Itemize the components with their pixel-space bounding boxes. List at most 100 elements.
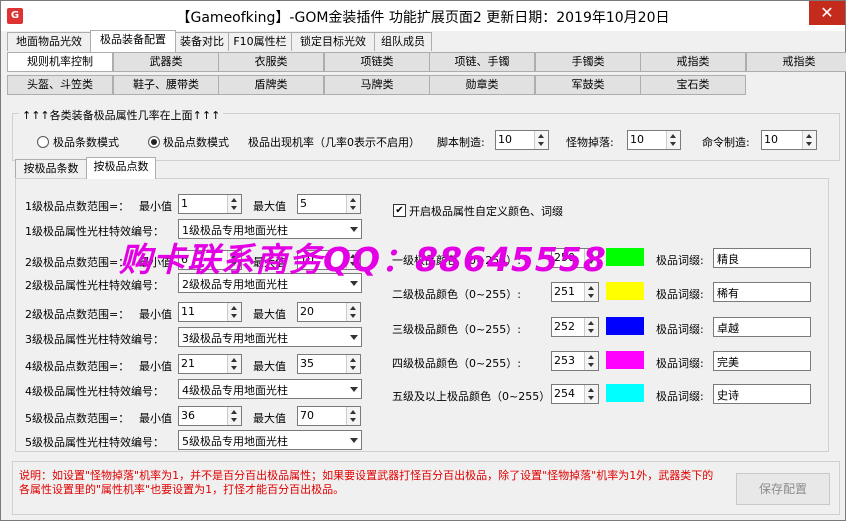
affix-input-1[interactable]: 稀有 [713,282,811,302]
level-max-spinner-4-arrows[interactable] [346,407,360,425]
level-min-spinner-0-up-arrow-icon[interactable] [231,198,237,202]
command-make-spinner[interactable]: 10 [761,130,817,150]
category-button-r2-6[interactable]: 宝石类 [640,75,746,95]
category-button-r1-2[interactable]: 衣服类 [218,52,324,72]
color-spinner-2[interactable]: 252 [551,317,599,337]
category-button-r2-4[interactable]: 勋章类 [429,75,535,95]
mode-points-radio[interactable] [148,136,160,148]
custom-color-checkbox[interactable]: ✔ [393,204,406,217]
chevron-down-icon[interactable] [350,227,358,232]
color-swatch-0[interactable] [606,248,644,266]
color-spinner-1-arrows[interactable] [584,283,598,301]
affix-input-3[interactable]: 完美 [713,351,811,371]
color-spinner-3[interactable]: 253 [551,351,599,371]
level-max-spinner-4-up-arrow-icon[interactable] [350,410,356,414]
level-max-spinner-0-up-arrow-icon[interactable] [350,198,356,202]
tab-0[interactable]: 地面物品光效 [7,32,91,51]
chevron-down-icon[interactable] [350,335,358,340]
color-spinner-1-up-arrow-icon[interactable] [588,286,594,290]
color-swatch-4[interactable] [606,384,644,402]
category-button-r1-0[interactable]: 规则机率控制 [7,52,113,72]
affix-input-4[interactable]: 史诗 [713,384,811,404]
level-max-spinner-2-down-arrow-icon[interactable] [350,314,356,318]
level-effect-label-2: 3级极品属性光柱特效编号： [25,333,164,346]
category-button-r2-3[interactable]: 马牌类 [324,75,430,95]
level-min-spinner-0-down-arrow-icon[interactable] [231,206,237,210]
affix-value-4: 史诗 [717,389,739,402]
level-min-spinner-3-up-arrow-icon[interactable] [231,358,237,362]
level-min-spinner-3-arrows[interactable] [227,355,241,373]
category-button-r2-5[interactable]: 军鼓类 [535,75,641,95]
color-spinner-4[interactable]: 254 [551,384,599,404]
level-max-spinner-4-down-arrow-icon[interactable] [350,418,356,422]
tab-5[interactable]: 组队成员 [374,32,432,51]
category-button-r1-4[interactable]: 项链、手镯 [429,52,535,72]
level-min-spinner-2-arrows[interactable] [227,303,241,321]
chevron-down-icon[interactable] [350,438,358,443]
color-spinner-3-arrows[interactable] [584,352,598,370]
script-make-spinner[interactable]: 10 [495,130,549,150]
level-max-spinner-0-arrows[interactable] [346,195,360,213]
level-min-spinner-4-down-arrow-icon[interactable] [231,418,237,422]
affix-input-0[interactable]: 精良 [713,248,811,268]
color-spinner-2-up-arrow-icon[interactable] [588,321,594,325]
color-spinner-1[interactable]: 251 [551,282,599,302]
tab-2[interactable]: 装备对比 [175,32,229,51]
close-button[interactable]: ✕ [809,1,845,25]
level-min-spinner-4-arrows[interactable] [227,407,241,425]
affix-input-2[interactable]: 卓越 [713,317,811,337]
color-swatch-2[interactable] [606,317,644,335]
color-spinner-2-arrows[interactable] [584,318,598,336]
tab-4[interactable]: 锁定目标光效 [291,32,375,51]
color-spinner-2-down-arrow-icon[interactable] [588,329,594,333]
subtab-1[interactable]: 按极品点数 [86,157,156,179]
category-button-r1-6[interactable]: 戒指类 [640,52,746,72]
color-spinner-4-down-arrow-icon[interactable] [588,396,594,400]
level-effect-select-4[interactable]: 5级极品专用地面光柱 [178,430,362,450]
level-max-spinner-2[interactable]: 20 [297,302,361,322]
affix-label-2: 极品词缀: [656,323,704,336]
tab-1[interactable]: 极品装备配置 [90,30,176,52]
category-button-r1-1[interactable]: 武器类 [113,52,219,72]
color-swatch-1[interactable] [606,282,644,300]
level-min-spinner-4-up-arrow-icon[interactable] [231,410,237,414]
category-button-r1-3[interactable]: 项链类 [324,52,430,72]
tab-3[interactable]: F10属性栏 [228,32,292,51]
color-spinner-3-down-arrow-icon[interactable] [588,363,594,367]
category-button-r1-7[interactable]: 戒指类 [746,52,846,72]
chevron-down-icon[interactable] [350,281,358,286]
level-min-spinner-2[interactable]: 11 [178,302,242,322]
level-min-spinner-4[interactable]: 36 [178,406,242,426]
level-max-spinner-4[interactable]: 70 [297,406,361,426]
category-button-r2-2[interactable]: 盾牌类 [218,75,324,95]
color-spinner-3-up-arrow-icon[interactable] [588,355,594,359]
level-min-spinner-3[interactable]: 21 [178,354,242,374]
level-max-spinner-0[interactable]: 5 [297,194,361,214]
category-button-r2-1[interactable]: 鞋子、腰带类 [113,75,219,95]
category-button-r2-0[interactable]: 头盔、斗笠类 [7,75,113,95]
level-max-spinner-3[interactable]: 35 [297,354,361,374]
color-spinner-1-down-arrow-icon[interactable] [588,294,594,298]
level-min-spinner-0-arrows[interactable] [227,195,241,213]
level-min-spinner-0[interactable]: 1 [178,194,242,214]
save-config-button[interactable]: 保存配置 [736,473,830,505]
level-effect-select-2[interactable]: 3级极品专用地面光柱 [178,327,362,347]
level-min-spinner-2-down-arrow-icon[interactable] [231,314,237,318]
level-max-spinner-2-arrows[interactable] [346,303,360,321]
level-max-spinner-3-down-arrow-icon[interactable] [350,366,356,370]
chevron-down-icon[interactable] [350,387,358,392]
subtab-0[interactable]: 按极品条数 [15,159,87,178]
color-spinner-4-up-arrow-icon[interactable] [588,388,594,392]
color-swatch-3[interactable] [606,351,644,369]
level-max-spinner-3-up-arrow-icon[interactable] [350,358,356,362]
level-min-spinner-2-up-arrow-icon[interactable] [231,306,237,310]
category-button-r1-5[interactable]: 手镯类 [535,52,641,72]
level-min-spinner-3-down-arrow-icon[interactable] [231,366,237,370]
level-effect-select-3[interactable]: 4级极品专用地面光柱 [178,379,362,399]
level-max-spinner-0-down-arrow-icon[interactable] [350,206,356,210]
mode-count-radio[interactable] [37,136,49,148]
monster-drop-spinner[interactable]: 10 [627,130,681,150]
level-max-spinner-2-up-arrow-icon[interactable] [350,306,356,310]
level-max-spinner-3-arrows[interactable] [346,355,360,373]
color-spinner-4-arrows[interactable] [584,385,598,403]
